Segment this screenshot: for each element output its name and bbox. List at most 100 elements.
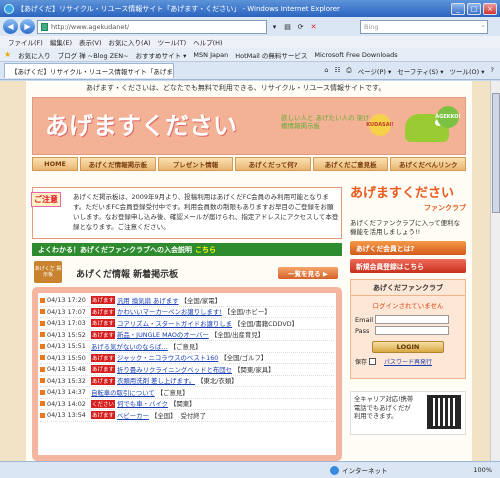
about-member-button[interactable]: あげくだ会員とは? — [350, 241, 466, 255]
post-title-link[interactable]: かわいいマーカーペンお譲りします! — [117, 307, 222, 316]
menu-edit[interactable]: 編集(E) — [50, 37, 72, 47]
close-button[interactable]: × — [483, 2, 497, 15]
board-post-row[interactable]: 04/13 14:37 自転車の取引について 【ご意見】 — [40, 387, 334, 399]
favorites-bar: ★ お気に入り ブログ 禅 ~Blog ZEN~ おすすめサイト ▾ MSN J… — [0, 48, 500, 62]
vertical-scrollbar[interactable] — [490, 81, 500, 461]
cmd-page[interactable]: ページ(P) ▾ — [358, 66, 392, 76]
board-post-row[interactable]: 04/13 15:32 あげます 衣類用洗剤 差し上げます。 【東北/衣類】 — [40, 376, 334, 387]
password-field[interactable] — [375, 326, 449, 335]
password-reset-link[interactable]: パスワード再発行 — [384, 357, 432, 366]
compat-view-icon[interactable]: ▤ — [282, 21, 293, 32]
favorites-button[interactable]: お気に入り — [18, 50, 51, 60]
post-title-link[interactable]: コアリズム・スタートガイドお譲りしま — [117, 319, 232, 328]
bullet-icon — [40, 343, 45, 349]
address-field[interactable]: http://www.agekudanet/ — [37, 19, 267, 34]
fanclub-info-banner[interactable]: よくわかる！あげくだファンクラブへの入会説明 こちら — [32, 243, 342, 256]
post-title-link[interactable]: 汎用 換気扇 あげます — [117, 296, 179, 305]
view-all-button[interactable]: 一覧を見る ▶ — [278, 267, 338, 279]
agekko-badge: AGEKKO! — [435, 106, 461, 128]
board-post-row[interactable]: 04/13 15:50 あげます ジャック・ニコラウスのベスト160 【全国/ゴルフ】 — [40, 353, 334, 364]
board-post-row[interactable]: 04/13 17:03 あげます コアリズム・スタートガイドお譲りしま 【全国/書籍C… — [40, 318, 334, 330]
refresh-icon[interactable]: ⟳ — [295, 21, 306, 32]
board-post-row[interactable]: 04/13 17:20 あげます 汎用 換気扇 あげます 【全国/家電】 — [40, 295, 334, 307]
help-icon[interactable]: ? — [491, 66, 494, 76]
bullet-icon — [40, 332, 45, 338]
post-category: 【全国/ゴルフ】 — [220, 354, 268, 363]
board-heading: あげくだ情報 新着掲示板 — [76, 270, 179, 280]
scrollbar-thumb[interactable] — [492, 93, 500, 213]
nav-opinion[interactable]: あげくだご意見板 — [312, 157, 389, 171]
post-time: 04/13 15:50 — [47, 353, 86, 362]
board-post-row[interactable]: 04/13 15:52 あげます 新品・JUNGLE MAOのオーバー 【全国/出産育… — [40, 330, 334, 341]
login-button[interactable]: LOGIN — [372, 341, 444, 353]
post-category: 【全国/家電】 — [180, 296, 222, 305]
feeds-icon[interactable]: ☷ — [335, 66, 341, 76]
minimize-button[interactable]: _ — [451, 2, 465, 15]
fav-item-msn[interactable]: MSN Japan — [193, 51, 228, 59]
fanclub-info-link[interactable]: こちら — [195, 245, 216, 255]
forward-button[interactable]: ▶ — [20, 19, 35, 34]
fanclub-logo[interactable]: あげますください ファンクラブ — [350, 187, 466, 215]
stop-icon[interactable]: ✕ — [308, 21, 319, 32]
notice-badge: ご注意 — [31, 192, 61, 207]
url-text: http://www.agekudanet/ — [51, 22, 130, 31]
dropdown-arrow-icon[interactable]: ▾ — [269, 21, 280, 32]
save-checkbox[interactable] — [369, 358, 377, 365]
nav-about[interactable]: あげくだって何? — [235, 157, 311, 171]
security-zone[interactable]: インターネット — [330, 465, 388, 475]
post-title-link[interactable]: 衣類用洗剤 差し上げます。 — [117, 376, 195, 385]
register-button[interactable]: 新規会員登録はこちら — [350, 259, 466, 273]
globe-icon — [330, 465, 339, 475]
board-post-row[interactable]: 04/13 15:48 あげます 折り畳みリクライニングベッドと布団セ 【関東/家具】 — [40, 364, 334, 376]
fav-item-blog[interactable]: ブログ 禅 ~Blog ZEN~ — [58, 50, 129, 60]
email-label: Email — [355, 315, 374, 324]
board-post-row[interactable]: 04/13 13:54 あげます ベビーカー 【全国】 受付終了 — [40, 410, 334, 422]
post-title-link[interactable]: 何でも車・バイク — [117, 399, 168, 408]
fav-item-suggested[interactable]: おすすめサイト ▾ — [136, 50, 187, 60]
post-time: 04/13 15:51 — [47, 342, 86, 351]
fav-item-hotmail[interactable]: HotMail の無料サービス — [235, 50, 307, 60]
board-post-row[interactable]: 04/13 17:07 あげます かわいいマーカーペンお譲りします! 【全国/ホビー】 — [40, 307, 334, 318]
cmd-tools[interactable]: ツール(O) ▾ — [450, 66, 485, 76]
maximize-button[interactable]: □ — [467, 2, 481, 15]
search-icon[interactable]: ⌕ — [481, 22, 485, 31]
favorites-star-icon[interactable]: ★ — [4, 50, 11, 59]
post-title-link[interactable]: ジャック・ニコラウスのベスト160 — [117, 353, 218, 362]
menu-view[interactable]: 表示(V) — [79, 37, 102, 47]
sidebar: あげますください ファンクラブ あげくだファンクラブに入って便利な機能を活用しま… — [350, 187, 466, 435]
zoom-level[interactable]: 100% — [473, 466, 492, 474]
site-banner: あげますください 欲しい人と あげたい人の 架け橋情報掲示板 KUDASAI! … — [32, 97, 466, 155]
post-title-link[interactable]: 自転車の取引について — [91, 388, 155, 397]
email-field[interactable] — [375, 315, 449, 324]
post-time: 04/13 14:37 — [47, 388, 86, 397]
menu-tools[interactable]: ツール(T) — [158, 37, 187, 47]
menu-favorites[interactable]: お気に入り(A) — [109, 37, 151, 47]
print-icon[interactable]: ⎙ — [346, 66, 351, 76]
post-title-link[interactable]: ベビーカー — [117, 411, 149, 420]
search-input[interactable]: Bing ⌕ — [360, 19, 488, 34]
post-title-link[interactable]: あげる気がないのならば… — [91, 342, 168, 351]
nav-home[interactable]: HOME — [32, 157, 79, 171]
back-button[interactable]: ◀ — [3, 19, 18, 34]
board-section-header: あげくだ 掲示板 あげくだ情報 新着掲示板 一覧を見る ▶ — [32, 261, 342, 285]
home-icon[interactable]: ⌂ — [324, 66, 328, 76]
site-logo[interactable]: あげますください — [45, 106, 237, 141]
nav-links[interactable]: あげくだべんリンク — [390, 157, 467, 171]
ie-logo-icon — [4, 3, 14, 14]
login-box: あげくだファンクラブ ログインされていません Email Pass LOGIN … — [350, 279, 466, 379]
post-title-link[interactable]: 折り畳みリクライニングベッドと布団セ — [117, 365, 232, 374]
post-time: 04/13 17:03 — [47, 319, 86, 328]
menu-file[interactable]: ファイル(F) — [8, 37, 43, 47]
nav-board[interactable]: あげくだ情報掲示板 — [80, 157, 156, 171]
post-title-link[interactable]: 新品・JUNGLE MAOのオーバー — [117, 330, 209, 339]
menu-help[interactable]: ヘルプ(H) — [193, 37, 222, 47]
page-viewport: あげます・くださいは、どなたでも無料で利用できる、リサイクル・リユース情報サイト… — [0, 81, 490, 461]
nav-present[interactable]: プレゼント情報 — [157, 157, 234, 171]
board-post-row[interactable]: 04/13 15:51 あげる気がないのならば… 【ご意見】 — [40, 341, 334, 353]
post-time: 04/13 17:07 — [47, 307, 86, 316]
tab-agekuda[interactable]: 【あげくだ】リサイクル・リユース情報サイト「あげます・くださ... — [4, 63, 174, 78]
board-post-row[interactable]: 04/13 14:02 ください 何でも車・バイク 【関東】 — [40, 399, 334, 410]
post-category: 【全国/出産育児】 — [210, 331, 265, 340]
cmd-safety[interactable]: セーフティ(S) ▾ — [397, 66, 443, 76]
fav-item-msdownloads[interactable]: Microsoft Free Downloads — [314, 51, 397, 59]
